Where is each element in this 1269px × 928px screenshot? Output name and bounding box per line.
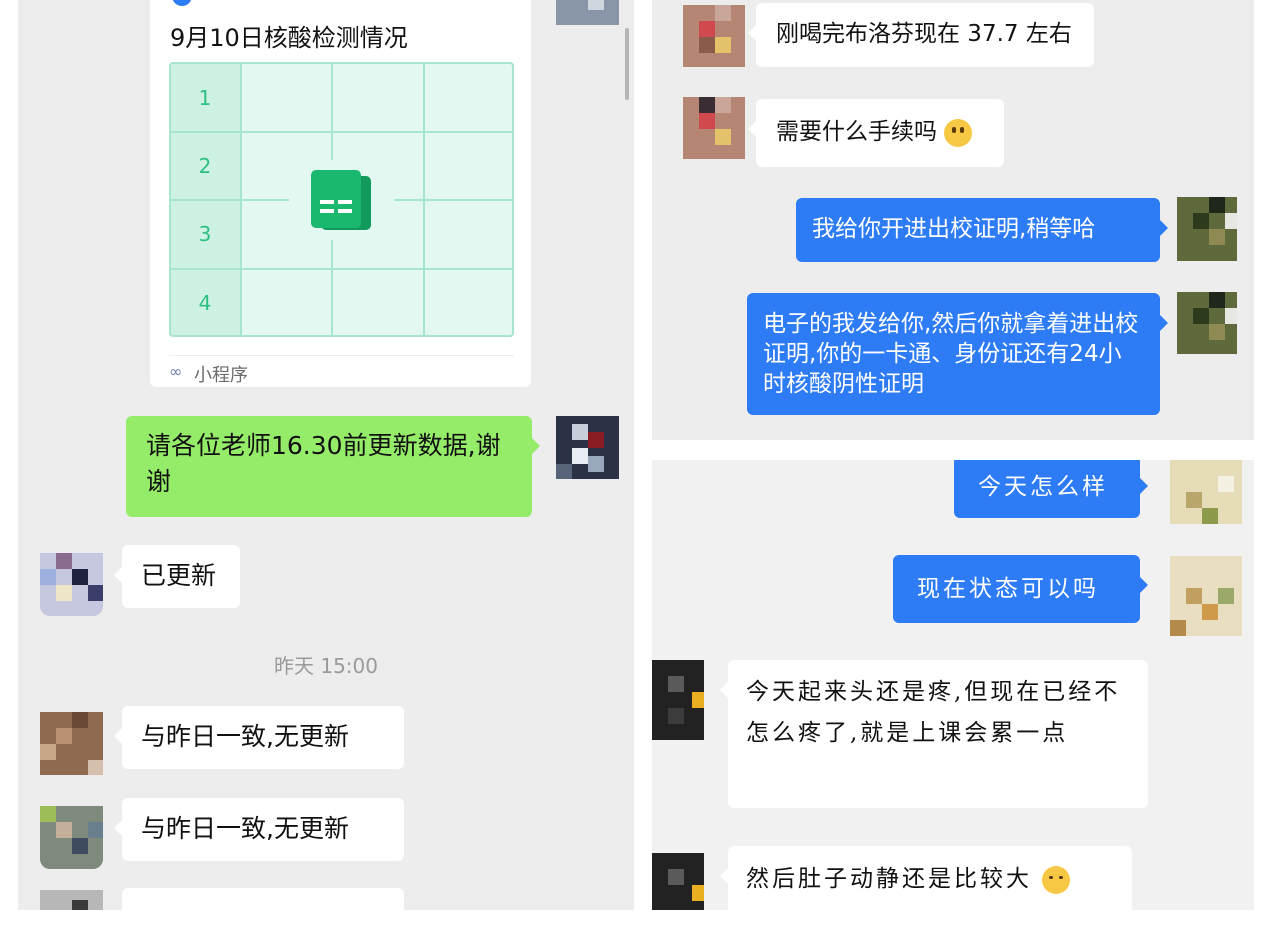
card-app-icon [172,0,192,6]
message-text: 请各位老师16.30前更新数据,谢谢 [146,431,501,496]
grid-row-number: 2 [198,154,212,178]
message-bubble-incoming[interactable]: 已更新 [114,545,240,608]
card-preview-grid: 1 2 3 4 [169,62,514,337]
chat-panel-right-bottom: 今天怎么样 现在状态可以吗 今天起来头还是疼,但现在已经不怎么疼了,就是上课会累… [652,460,1254,910]
grid-row-number: 3 [198,222,212,246]
message-text: 现在状态可以吗 [917,576,1099,602]
message-bubble-outgoing[interactable]: 电子的我发给你,然后你就拿着进出校证明,你的一卡通、身份证还有24小时核酸阴性证… [747,293,1168,415]
grid-row-number: 1 [198,86,212,110]
laughing-tears-icon [1042,866,1071,894]
avatar-contact[interactable] [40,712,103,775]
message-bubble-outgoing[interactable]: 今天怎么样 [954,460,1148,518]
avatar-contact[interactable] [683,5,745,67]
message-text: 我给你开进出校证明,稍等哈 [812,216,1096,242]
message-bubble-outgoing[interactable]: 我给你开进出校证明,稍等哈 [796,198,1168,262]
avatar-self[interactable] [1170,460,1242,524]
avatar-contact[interactable] [40,553,103,616]
message-bubble-incoming[interactable]: 与昨日一致,无更新 [114,798,404,861]
crying-face-icon [944,118,973,147]
message-bubble-incoming[interactable]: 与昨日一致,无更新 [114,706,404,769]
message-text: 与昨日一致,无更新 [141,814,349,843]
chat-timestamp: 昨天 15:00 [274,654,378,678]
message-bubble-incoming[interactable]: 然后肚子动静还是比较大 [720,846,1132,910]
message-text: 今天怎么样 [978,474,1108,500]
mini-program-icon: ∞ [169,362,183,381]
spreadsheet-icon [311,170,371,230]
message-bubble-outgoing[interactable]: 请各位老师16.30前更新数据,谢谢 [126,416,540,517]
avatar-self[interactable] [1170,556,1242,636]
avatar-contact[interactable] [652,853,704,910]
avatar-contact[interactable] [683,97,745,159]
avatar-self[interactable] [556,416,619,479]
message-bubble-incoming[interactable]: 今天起来头还是疼,但现在已经不怎么疼了,就是上课会累一点 [720,660,1148,808]
message-text: 电子的我发给你,然后你就拿着进出校证明,你的一卡通、身份证还有24小时核酸阴性证… [763,311,1139,397]
card-footer-label: 小程序 [194,365,248,386]
message-text: 然后肚子动静还是比较大 [746,866,1032,892]
message-text: 需要什么手续吗 [776,119,937,145]
grid-row-number: 4 [198,291,212,315]
message-text: 已更新 [141,561,217,590]
message-text: 今天起来头还是疼,但现在已经不怎么疼了,就是上课会累一点 [746,679,1121,746]
avatar-self[interactable] [1177,292,1237,354]
message-bubble-incoming[interactable]: 需要什么手续吗 [748,99,1004,167]
card-title: 9月10日核酸检测情况 [170,24,408,52]
avatar-contact[interactable] [40,806,103,869]
avatar-contact[interactable] [40,890,103,910]
mini-program-card[interactable]: 9月10日核酸检测情况 1 2 3 4 ∞ 小程序 [150,0,531,387]
avatar-self[interactable] [1177,197,1237,261]
chat-panel-left: 9月10日核酸检测情况 1 2 3 4 ∞ 小程序 请各位老师16.30前更新数… [18,0,634,910]
scrollbar[interactable] [625,28,629,100]
avatar-contact[interactable] [652,660,704,740]
message-bubble-incoming[interactable]: 刚喝完布洛芬现在 37.7 左右 [748,3,1094,67]
avatar-sender-top[interactable] [556,0,619,25]
chat-panel-right-top: 刚喝完布洛芬现在 37.7 左右 需要什么手续吗 我给你开进出校证明,稍等哈 电… [652,0,1254,440]
message-bubble-outgoing[interactable]: 现在状态可以吗 [893,555,1148,623]
message-bubble-incoming-partial[interactable] [122,888,404,910]
message-text: 与昨日一致,无更新 [141,722,349,751]
message-text: 刚喝完布洛芬现在 37.7 左右 [776,21,1072,47]
